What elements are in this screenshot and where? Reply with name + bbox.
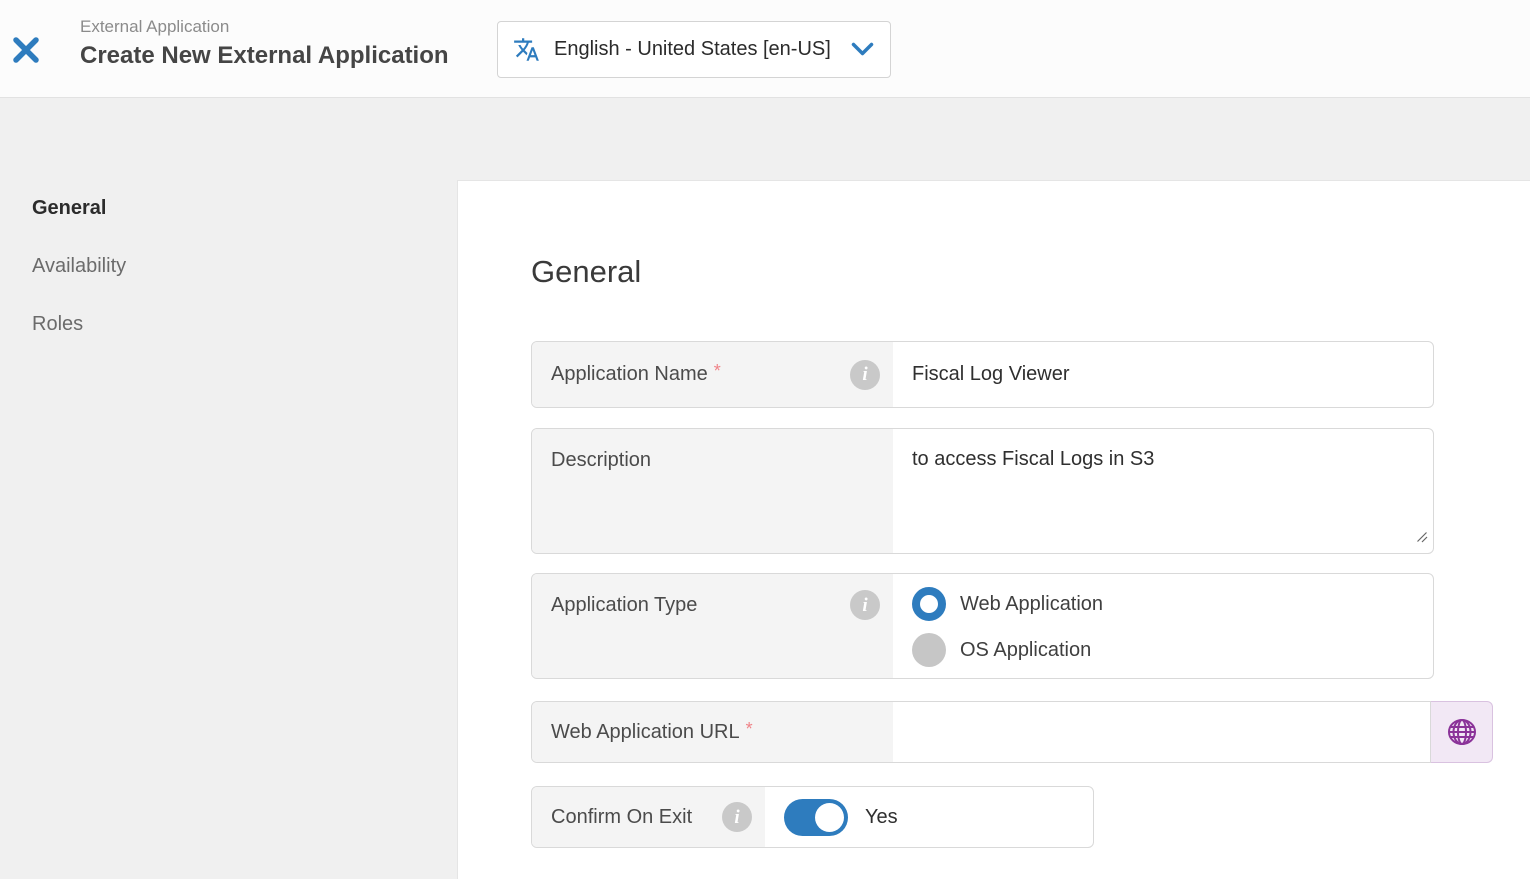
- info-icon[interactable]: i: [722, 802, 752, 832]
- resize-handle-icon[interactable]: [1416, 530, 1428, 548]
- confirm-on-exit-label-text: Confirm On Exit: [551, 806, 692, 829]
- info-icon[interactable]: i: [850, 360, 880, 390]
- application-type-radio-group: Web Application OS Application: [912, 574, 1103, 680]
- radio-label: OS Application: [960, 639, 1091, 662]
- radio-selected-icon[interactable]: [912, 587, 946, 621]
- application-type-label-text: Application Type: [551, 594, 697, 617]
- translate-icon: [513, 36, 540, 63]
- description-field-row: Description to access Fiscal Logs in S3: [531, 428, 1434, 554]
- globe-icon: [1445, 716, 1479, 748]
- confirm-on-exit-label: Confirm On Exit i: [532, 787, 765, 847]
- confirm-on-exit-toggle[interactable]: [784, 799, 848, 836]
- info-icon[interactable]: i: [850, 590, 880, 620]
- confirm-on-exit-field-row: Confirm On Exit i Yes: [531, 786, 1094, 848]
- sidebar-nav: General Availability Roles: [32, 197, 126, 336]
- chevron-down-icon: [851, 42, 874, 57]
- required-asterisk: *: [746, 719, 753, 740]
- radio-option-os-application[interactable]: OS Application: [912, 633, 1103, 667]
- required-asterisk: *: [714, 361, 721, 382]
- application-type-options: Web Application OS Application: [893, 574, 1433, 678]
- header-titles: External Application Create New External…: [80, 16, 449, 71]
- language-selector[interactable]: English - United States [en-US]: [497, 21, 891, 78]
- description-value: to access Fiscal Logs in S3: [893, 429, 1433, 553]
- description-textarea[interactable]: to access Fiscal Logs in S3: [912, 429, 1414, 553]
- breadcrumb: External Application: [80, 16, 449, 38]
- sidebar-item-availability[interactable]: Availability: [32, 255, 126, 278]
- application-name-label-text: Application Name: [551, 363, 708, 386]
- web-application-url-value: [893, 702, 1430, 762]
- application-name-input[interactable]: [912, 363, 1414, 386]
- header-bar: External Application Create New External…: [0, 0, 1530, 98]
- application-type-field-row: Application Type i Web Application OS Ap…: [531, 573, 1434, 679]
- web-application-url-label: Web Application URL *: [532, 702, 893, 762]
- toggle-knob: [815, 803, 844, 832]
- section-heading: General: [531, 254, 641, 290]
- radio-unselected-icon[interactable]: [912, 633, 946, 667]
- toggle-state-text: Yes: [865, 806, 898, 829]
- page-title: Create New External Application: [80, 41, 449, 71]
- close-icon: [11, 35, 41, 65]
- form-panel: General Application Name * i Description…: [457, 180, 1530, 879]
- application-name-field-row: Application Name * i: [531, 341, 1434, 408]
- web-application-url-field-row: Web Application URL *: [531, 701, 1431, 763]
- description-label-text: Description: [551, 449, 651, 472]
- application-name-value: [893, 342, 1433, 407]
- close-button[interactable]: [10, 34, 42, 66]
- application-type-label: Application Type i: [532, 574, 893, 678]
- language-label: English - United States [en-US]: [554, 38, 837, 61]
- application-name-label: Application Name * i: [532, 342, 893, 407]
- sidebar-item-general[interactable]: General: [32, 197, 126, 220]
- web-application-url-label-text: Web Application URL: [551, 721, 740, 744]
- confirm-on-exit-value: Yes: [765, 787, 1093, 847]
- sidebar-item-roles[interactable]: Roles: [32, 313, 126, 336]
- description-label: Description: [532, 429, 893, 553]
- radio-label: Web Application: [960, 593, 1103, 616]
- url-browse-button[interactable]: [1431, 701, 1493, 763]
- radio-option-web-application[interactable]: Web Application: [912, 587, 1103, 621]
- web-application-url-input[interactable]: [912, 721, 1411, 744]
